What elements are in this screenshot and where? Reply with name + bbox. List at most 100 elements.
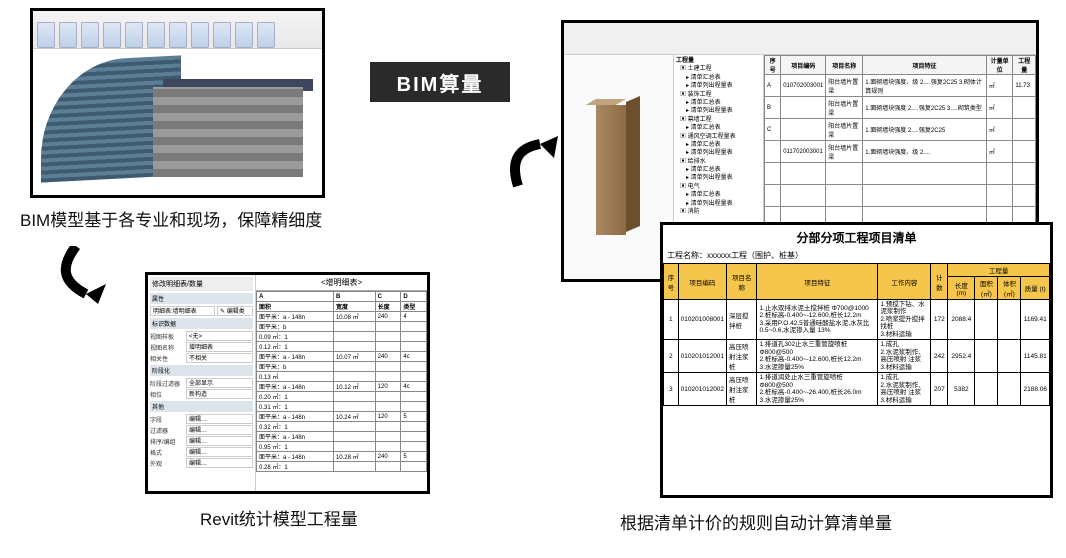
tree-node[interactable]: ▣ 给排水: [680, 158, 761, 166]
schedule-cell: [333, 442, 375, 452]
schedule-cell: [375, 462, 401, 472]
boq-cell-feature: 1.止水双排水泥土搅拌桩 Φ700@1000 2.桩标高-0.400~-12.6…: [757, 300, 878, 340]
ribbon-icon: [257, 22, 275, 48]
ribbon-icon: [81, 22, 99, 48]
prop-field[interactable]: 编辑…: [186, 458, 253, 468]
grid-cell: [863, 185, 987, 207]
panel-bill-of-quantities: 分部分项工程项目清单 工程名称：xxxxxx工程（围护、桩基） 序号 项目编码 …: [660, 222, 1053, 498]
grid-header: 计量单位: [986, 56, 1013, 75]
prop-label: 字段: [150, 415, 184, 424]
th-count: 计数: [931, 264, 948, 300]
tree-node[interactable]: ▣ 土建工程: [680, 65, 761, 73]
tree-node[interactable]: ▸ 清单汇总表: [686, 124, 761, 132]
grid-cell: [1013, 141, 1036, 163]
prop-label: 视图样板: [150, 332, 184, 341]
prop-field[interactable]: 编辑…: [186, 436, 253, 446]
schedule-cell: 0.09 ㎡：1: [257, 332, 334, 342]
tree-node[interactable]: ▸ 清单汇总表: [686, 166, 761, 174]
grid-header: 项目特征: [863, 56, 987, 75]
prop-label: 过滤器: [150, 426, 184, 435]
schedule-cell: 5: [401, 412, 427, 422]
boq-cell-len: 2088.4: [948, 300, 975, 340]
edit-type-button[interactable]: ✎ 编辑类型: [217, 306, 253, 316]
schedule-cell: [401, 342, 427, 352]
prop-field[interactable]: 编辑…: [186, 447, 253, 457]
grid-cell: 阳台墙片置梁: [826, 97, 863, 119]
schedule-cell: [333, 372, 375, 382]
prop-label: 排序/编组: [150, 437, 184, 446]
prop-field[interactable]: 不相关: [186, 353, 253, 363]
tree-node[interactable]: ▸ 清单汇总表: [686, 74, 761, 82]
prop-field[interactable]: <无>: [186, 331, 253, 341]
boq-cell-area: [975, 340, 998, 373]
panel-bim-model: [30, 8, 325, 198]
building-podium: [153, 87, 303, 177]
grid-cell: [765, 185, 781, 207]
grid-header: 工程量: [1013, 56, 1036, 75]
col-b: B: [333, 292, 375, 302]
col-field: 长度: [375, 302, 401, 312]
grid-header: 项目编码: [781, 56, 826, 75]
schedule-cell: [375, 322, 401, 332]
tree-node[interactable]: ▣ 幕墙工程: [680, 116, 761, 124]
col-field: 宽度: [333, 302, 375, 312]
prop-field[interactable]: 全部显示: [186, 378, 253, 388]
prop-field[interactable]: 编辑…: [186, 414, 253, 424]
tree-node[interactable]: ▣ 装饰工程: [680, 91, 761, 99]
prop-field[interactable]: 增明细表: [186, 342, 253, 352]
ribbon-icon: [147, 22, 165, 48]
grid-cell: 011702003001: [781, 141, 826, 163]
schedule-cell: 0.13 ㎡: [257, 372, 334, 382]
prop-field[interactable]: 编辑…: [186, 425, 253, 435]
schedule-cell: 0.28 ㎡：1: [257, 462, 334, 472]
boq-cell-idx: 2: [664, 340, 679, 373]
boq-cell-len: 5382: [948, 373, 975, 406]
schedule-cell: 240: [375, 452, 401, 462]
schedule-cell: 4: [401, 312, 427, 322]
prop-field[interactable]: 新构造: [186, 389, 253, 399]
schedule-name-field[interactable]: 明细表:墙明细表: [150, 306, 215, 316]
schedule-cell: 0.20 ㎡：1: [257, 392, 334, 402]
grid-cell: [781, 97, 826, 119]
tree-node[interactable]: ▣ 电气: [680, 183, 761, 191]
schedule-cell: 10.24 ㎡: [333, 412, 375, 422]
tree-node[interactable]: ▣ 通风空调工程量表: [680, 133, 761, 141]
prop-label: 阶段过滤器: [150, 379, 184, 388]
grid-cell: A: [765, 75, 781, 97]
schedule-cell: [375, 402, 401, 412]
schedule-cell: [333, 322, 375, 332]
tree-node[interactable]: ▸ 清单列出程量表: [686, 174, 761, 182]
ribbon-icon: [213, 22, 231, 48]
schedule-cell: [333, 362, 375, 372]
tree-node[interactable]: ▣ 消防: [680, 208, 761, 216]
tree-node[interactable]: ▸ 清单汇总表: [686, 141, 761, 149]
arrow-down-left: [56, 246, 136, 306]
th-area: 面积 (㎡): [975, 277, 998, 300]
boq-cell-area: [975, 300, 998, 340]
boq-cell-content: 1.成孔 2.水泥浆制作、高压喷射 注浆 3.材料运输: [878, 340, 931, 373]
dialog-title: 修改明细表/数量: [150, 277, 253, 291]
schedule-cell: 面平米：a - 148n: [257, 312, 334, 322]
schedule-table-pane: <增明细表> A B C D 面积 宽度 长度 类型 面平米：a - 148n1…: [256, 275, 427, 491]
tree-node[interactable]: ▸ 清单列出程量表: [686, 200, 761, 208]
prop-header: 属性: [150, 293, 253, 304]
boq-table: 序号 项目编码 项目名称 项目特征 工作内容 计数 工程量 长度 (m) 面积 …: [663, 263, 1050, 406]
schedule-cell: 120: [375, 382, 401, 392]
tree-node[interactable]: ▸ 清单汇总表: [686, 99, 761, 107]
schedule-cell: 0.95 ㎡：1: [257, 442, 334, 452]
schedule-cell: [333, 432, 375, 442]
th-code: 项目编码: [678, 264, 726, 300]
prop-label: 外观: [150, 459, 184, 468]
tree-node[interactable]: ▸ 清单汇总表: [686, 191, 761, 199]
th-mass: 质量 (t): [1021, 277, 1050, 300]
tree-node[interactable]: ▸ 清单列出程量表: [686, 149, 761, 157]
caption-top-left: BIM模型基于各专业和现场，保障精细度: [20, 206, 322, 231]
tree-node[interactable]: ▸ 清单列出程量表: [686, 82, 761, 90]
schedule-cell: 面平米：a - 148n: [257, 352, 334, 362]
prop-label: 相位: [150, 390, 184, 399]
ribbon-icon: [103, 22, 121, 48]
schedule-cell: 0.31 ㎡：1: [257, 402, 334, 412]
boq-cell-feature: 1.排道孔302止水三重管旋喷桩Φ800@500 2.桩标高-0.400~-12…: [757, 340, 878, 373]
grid-cell: [826, 163, 863, 185]
tree-node[interactable]: ▸ 清单列出程量表: [686, 107, 761, 115]
